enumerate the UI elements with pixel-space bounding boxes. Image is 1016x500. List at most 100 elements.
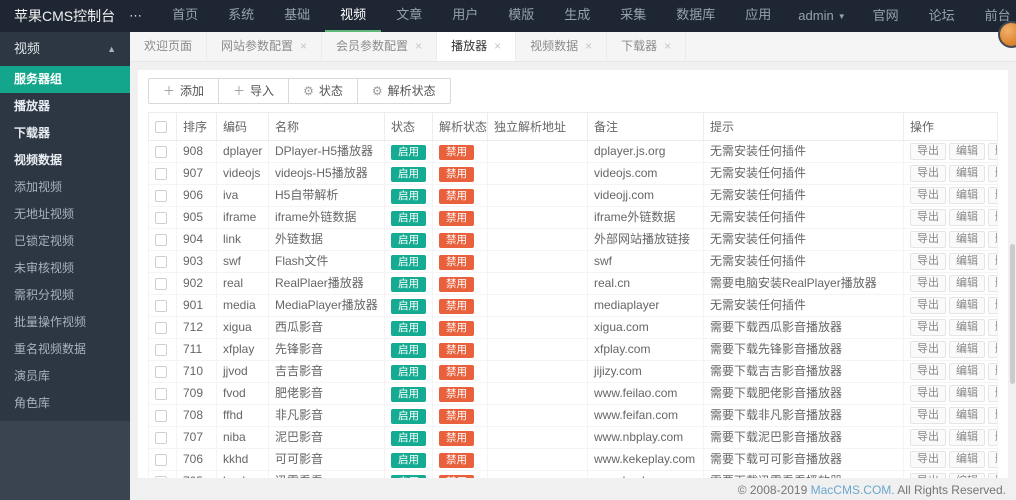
action-edit-button[interactable]: 编辑 (949, 319, 985, 336)
action-export-button[interactable]: 导出 (910, 165, 946, 182)
action-delete-button[interactable]: 删除 (988, 341, 997, 358)
action-export-button[interactable]: 导出 (910, 143, 946, 160)
status-enabled-badge[interactable]: 启用 (391, 452, 426, 468)
action-edit-button[interactable]: 编辑 (949, 451, 985, 468)
topnav-item-system[interactable]: 系统 (213, 0, 269, 32)
action-delete-button[interactable]: 删除 (988, 253, 997, 270)
action-export-button[interactable]: 导出 (910, 209, 946, 226)
row-checkbox[interactable] (155, 211, 167, 224)
toolbar-button-3[interactable]: ⚙ 解析状态 (356, 78, 451, 104)
action-export-button[interactable]: 导出 (910, 275, 946, 292)
row-checkbox[interactable] (155, 409, 167, 422)
action-delete-button[interactable]: 删除 (988, 165, 997, 182)
action-edit-button[interactable]: 编辑 (949, 143, 985, 160)
action-edit-button[interactable]: 编辑 (949, 187, 985, 204)
action-export-button[interactable]: 导出 (910, 231, 946, 248)
action-edit-button[interactable]: 编辑 (949, 209, 985, 226)
topnav-item-app[interactable]: 应用 (730, 0, 786, 32)
row-checkbox[interactable] (155, 343, 167, 356)
row-checkbox[interactable] (155, 387, 167, 400)
topnav-item-article[interactable]: 文章 (381, 0, 437, 32)
action-edit-button[interactable]: 编辑 (949, 407, 985, 424)
row-checkbox[interactable] (155, 299, 167, 312)
tab-5[interactable]: 下载器 × (607, 32, 687, 61)
action-export-button[interactable]: 导出 (910, 451, 946, 468)
action-edit-button[interactable]: 编辑 (949, 253, 985, 270)
row-checkbox[interactable] (155, 431, 167, 444)
status-enabled-badge[interactable]: 启用 (391, 210, 426, 226)
status-enabled-badge[interactable]: 启用 (391, 276, 426, 292)
status-enabled-badge[interactable]: 启用 (391, 408, 426, 424)
topnav-item-basic[interactable]: 基础 (269, 0, 325, 32)
action-edit-button[interactable]: 编辑 (949, 385, 985, 402)
parse-disabled-badge[interactable]: 禁用 (439, 342, 474, 358)
sidebar-item-points-video[interactable]: 需积分视频 (0, 282, 130, 309)
sidebar-item-player[interactable]: 播放器 (0, 93, 130, 120)
status-enabled-badge[interactable]: 启用 (391, 166, 426, 182)
parse-disabled-badge[interactable]: 禁用 (439, 166, 474, 182)
parse-disabled-badge[interactable]: 禁用 (439, 386, 474, 402)
row-checkbox[interactable] (155, 145, 167, 158)
sidebar-item-locked-video[interactable]: 已锁定视频 (0, 228, 130, 255)
status-enabled-badge[interactable]: 启用 (391, 364, 426, 380)
action-export-button[interactable]: 导出 (910, 253, 946, 270)
topbar-link-site[interactable]: 官网 (858, 1, 914, 31)
row-checkbox[interactable] (155, 475, 167, 478)
row-checkbox[interactable] (155, 277, 167, 290)
action-delete-button[interactable]: 删除 (988, 319, 997, 336)
parse-disabled-badge[interactable]: 禁用 (439, 210, 474, 226)
parse-disabled-badge[interactable]: 禁用 (439, 452, 474, 468)
status-enabled-badge[interactable]: 启用 (391, 232, 426, 248)
action-export-button[interactable]: 导出 (910, 407, 946, 424)
status-enabled-badge[interactable]: 启用 (391, 254, 426, 270)
parse-disabled-badge[interactable]: 禁用 (439, 144, 474, 160)
topbar-link-forum[interactable]: 论坛 (914, 1, 970, 31)
tab-0[interactable]: 欢迎页面 (130, 32, 208, 61)
action-export-button[interactable]: 导出 (910, 429, 946, 446)
action-export-button[interactable]: 导出 (910, 385, 946, 402)
action-delete-button[interactable]: 删除 (988, 143, 997, 160)
action-delete-button[interactable]: 删除 (988, 429, 997, 446)
toolbar-button-2[interactable]: ⚙ 状态 (288, 78, 358, 104)
action-edit-button[interactable]: 编辑 (949, 275, 985, 292)
action-export-button[interactable]: 导出 (910, 363, 946, 380)
row-checkbox[interactable] (155, 189, 167, 202)
status-enabled-badge[interactable]: 启用 (391, 298, 426, 314)
action-delete-button[interactable]: 删除 (988, 209, 997, 226)
parse-disabled-badge[interactable]: 禁用 (439, 232, 474, 248)
action-delete-button[interactable]: 删除 (988, 231, 997, 248)
tab-2[interactable]: 会员参数配置 × (322, 32, 438, 61)
sidebar-item-server-group[interactable]: 服务器组 (0, 66, 130, 93)
action-export-button[interactable]: 导出 (910, 319, 946, 336)
sidebar-item-role-library[interactable]: 角色库 (0, 390, 130, 417)
action-edit-button[interactable]: 编辑 (949, 473, 985, 478)
action-delete-button[interactable]: 删除 (988, 297, 997, 314)
topnav-item-database[interactable]: 数据库 (661, 0, 730, 32)
toolbar-button-1[interactable]: ＋ 导入 (218, 78, 290, 104)
action-export-button[interactable]: 导出 (910, 187, 946, 204)
sidebar-item-batch-video[interactable]: 批量操作视频 (0, 309, 130, 336)
row-checkbox[interactable] (155, 233, 167, 246)
parse-disabled-badge[interactable]: 禁用 (439, 276, 474, 292)
action-export-button[interactable]: 导出 (910, 297, 946, 314)
status-enabled-badge[interactable]: 启用 (391, 342, 426, 358)
tab-close-icon[interactable]: × (585, 32, 592, 61)
topnav-item-home[interactable]: 首页 (157, 0, 213, 32)
parse-disabled-badge[interactable]: 禁用 (439, 474, 474, 478)
topnav-item-template[interactable]: 模版 (493, 0, 549, 32)
action-edit-button[interactable]: 编辑 (949, 165, 985, 182)
parse-disabled-badge[interactable]: 禁用 (439, 408, 474, 424)
sidebar-item-no-address-video[interactable]: 无地址视频 (0, 201, 130, 228)
action-delete-button[interactable]: 删除 (988, 451, 997, 468)
row-checkbox[interactable] (155, 453, 167, 466)
action-edit-button[interactable]: 编辑 (949, 297, 985, 314)
sidebar-item-unaudited-video[interactable]: 未审核视频 (0, 255, 130, 282)
tab-3[interactable]: 播放器 × (437, 32, 517, 61)
action-export-button[interactable]: 导出 (910, 473, 946, 478)
sidebar-item-video-data[interactable]: 视频数据 (0, 147, 130, 174)
sidebar-item-actor-library[interactable]: 演员库 (0, 363, 130, 390)
toolbar-button-0[interactable]: ＋ 添加 (148, 78, 220, 104)
tab-1[interactable]: 网站参数配置 × (207, 32, 323, 61)
sidebar-item-duplicate-video-data[interactable]: 重名视频数据 (0, 336, 130, 363)
action-delete-button[interactable]: 删除 (988, 187, 997, 204)
